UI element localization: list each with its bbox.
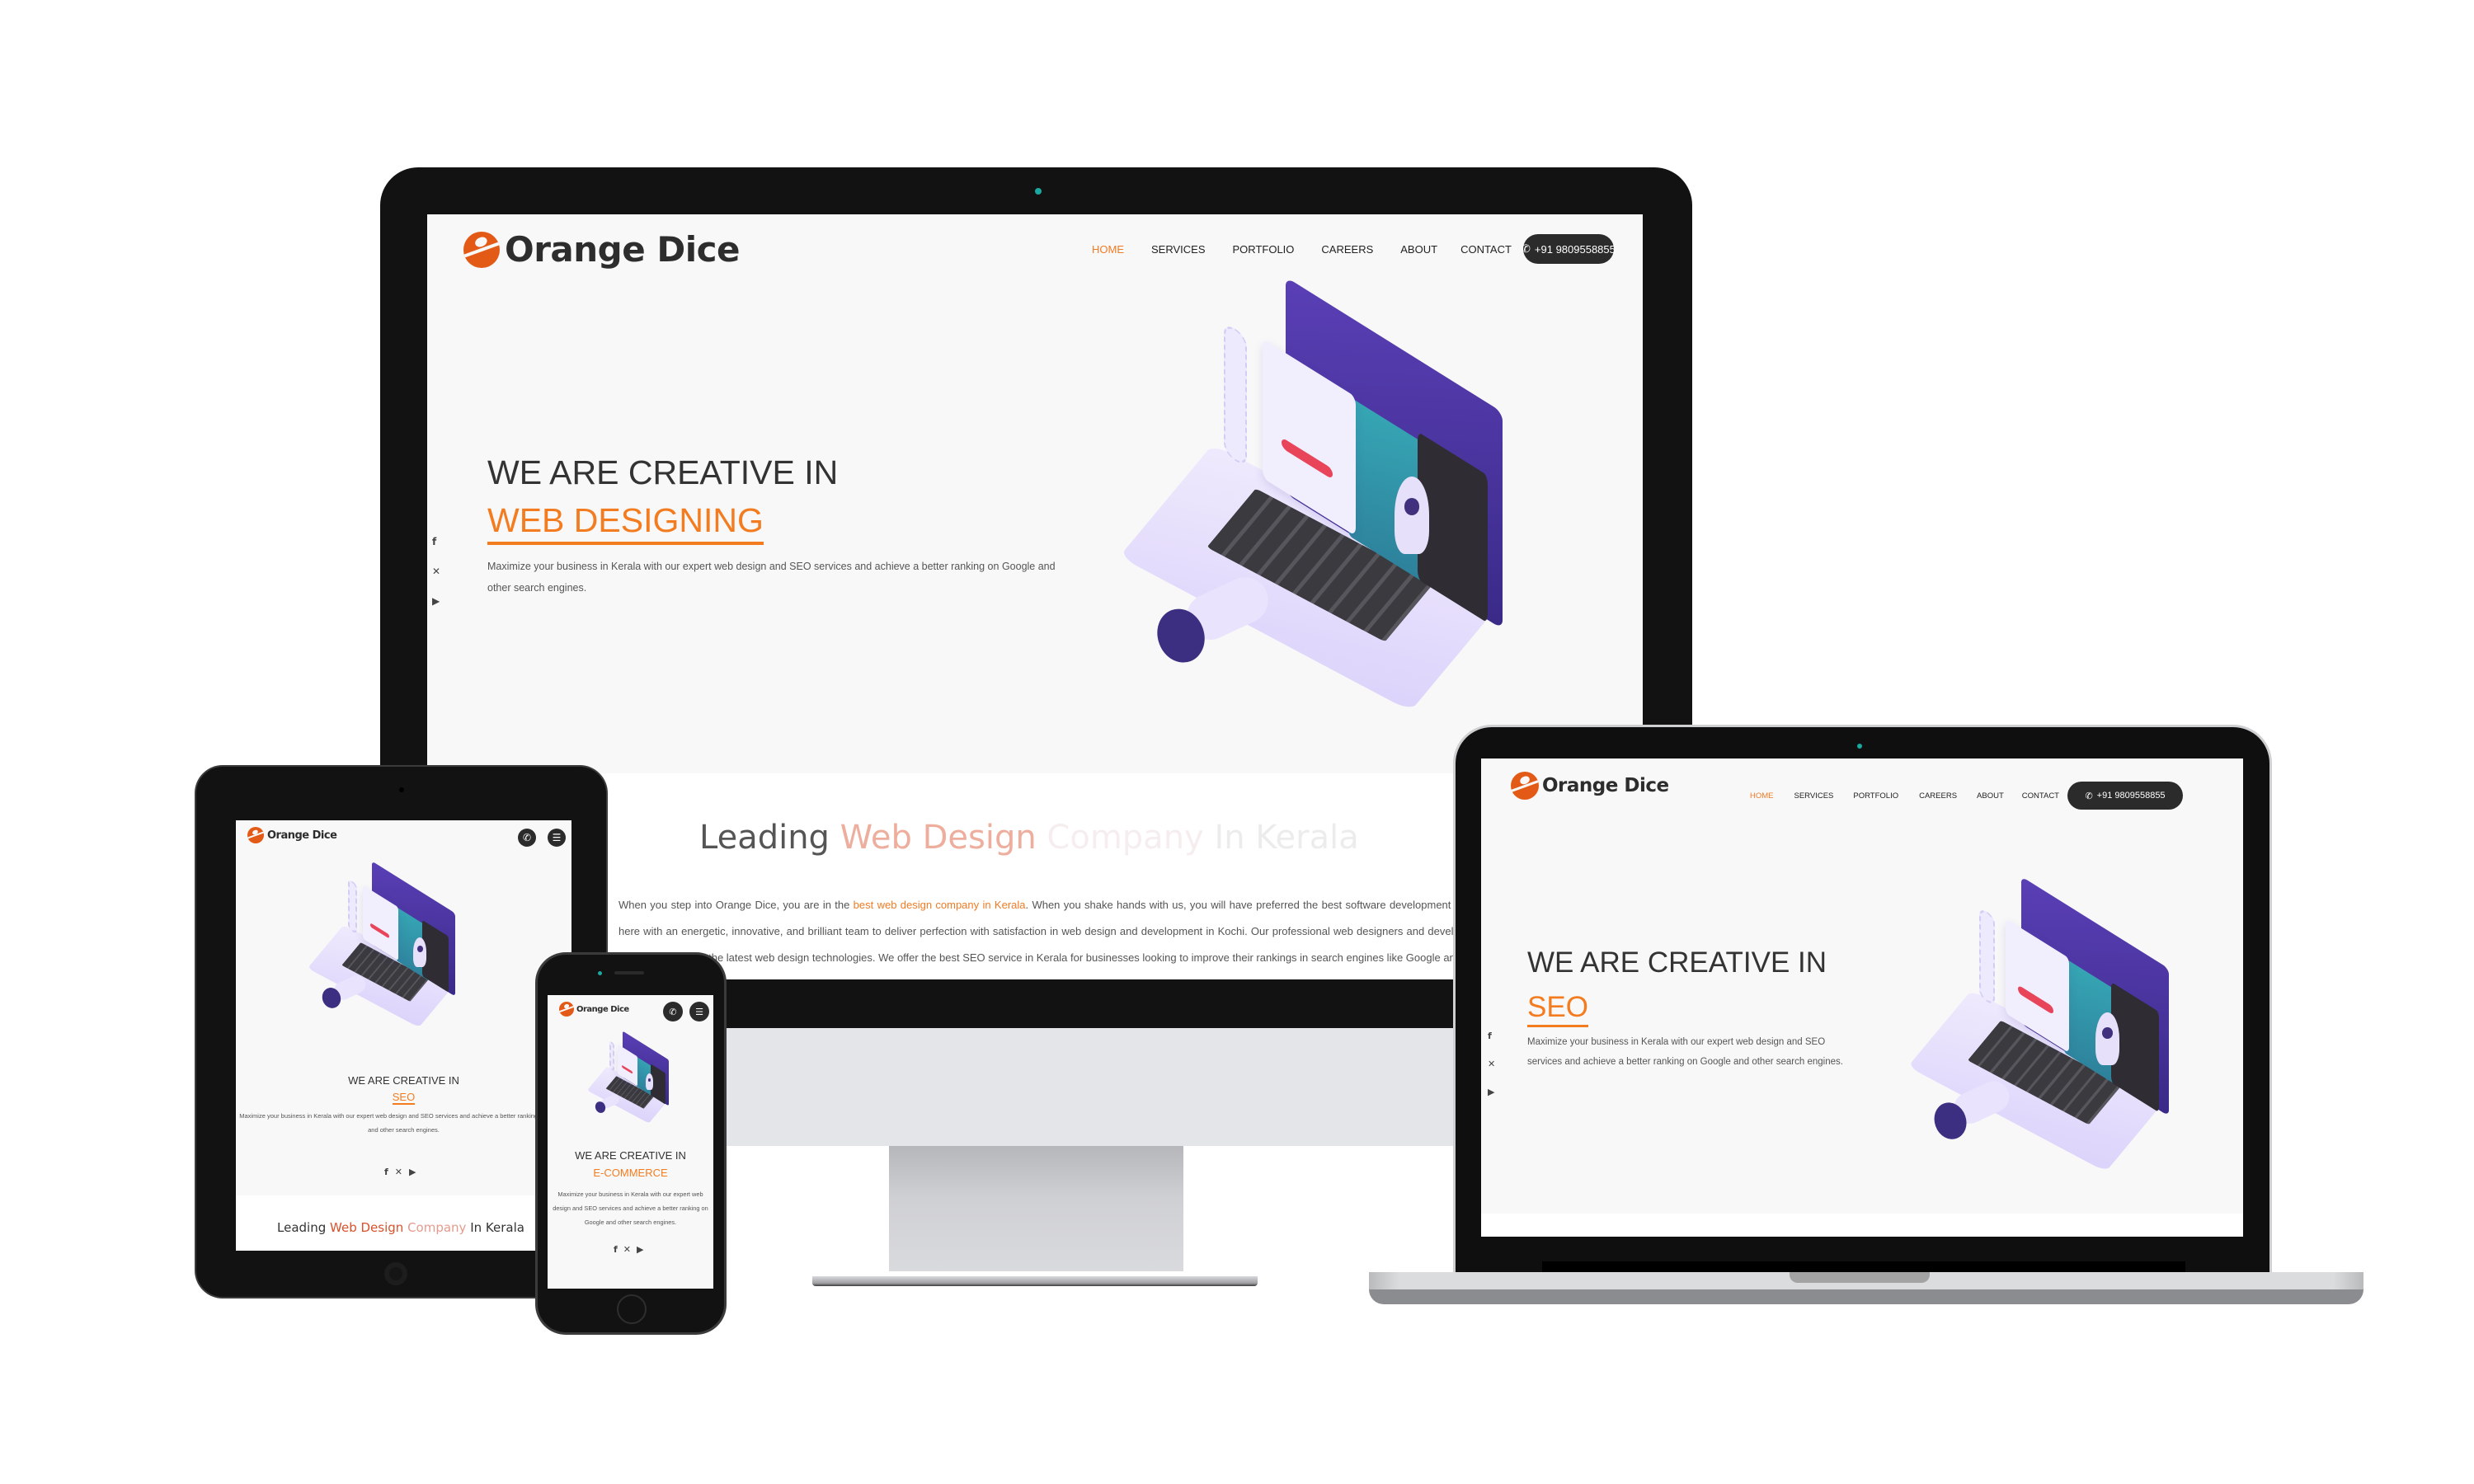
social-links: f ✕ ▶ xyxy=(432,536,440,607)
tablet-screen: Orange Dice ✆ ☰ WE ARE CREATIVE IN SEO M… xyxy=(236,820,571,1251)
nav-about[interactable]: ABOUT xyxy=(1400,243,1437,256)
laptop-camera xyxy=(1857,744,1862,749)
hero-accent-text: SEO xyxy=(1527,991,1588,1027)
facebook-icon[interactable]: f xyxy=(614,1244,618,1255)
laptop-base-bottom xyxy=(1369,1289,2363,1304)
social-links: f ✕ ▶ xyxy=(384,1167,416,1177)
leading-heading: Leading Web Design Company In Kerala xyxy=(277,1220,524,1235)
laptop-hinge xyxy=(1542,1261,2185,1273)
twitter-icon[interactable]: ✕ xyxy=(395,1167,402,1177)
youtube-icon[interactable]: ▶ xyxy=(637,1244,643,1255)
youtube-icon[interactable]: ▶ xyxy=(432,595,440,607)
main-nav: HOME SERVICES PORTFOLIO CAREERS ABOUT CO… xyxy=(1092,234,1616,264)
phone-button[interactable]: ✆ +91 9809558855 xyxy=(1522,234,1616,264)
site-logo[interactable]: Orange Dice xyxy=(1511,772,1669,800)
hero-title: WE ARE CREATIVE IN xyxy=(487,453,839,491)
phone-button[interactable]: ✆ xyxy=(518,829,536,847)
hamburger-menu-icon: ☰ xyxy=(695,1006,703,1017)
laptop-notch xyxy=(1790,1272,1930,1283)
hero-illustration xyxy=(1907,876,2190,1172)
menu-button[interactable]: ☰ xyxy=(548,829,566,847)
phone-number: +91 9809558855 xyxy=(1534,242,1616,256)
phone-button[interactable]: ✆ +91 9809558855 xyxy=(2067,782,2183,810)
nav-portfolio[interactable]: PORTFOLIO xyxy=(1853,791,1898,801)
hero-title: WE ARE CREATIVE IN xyxy=(575,1149,686,1162)
site-logo[interactable]: Orange Dice xyxy=(247,827,337,843)
hero-description: Maximize your business in Kerala with ou… xyxy=(239,1112,568,1134)
nav-home[interactable]: HOME xyxy=(1092,243,1124,256)
site-logo[interactable]: Orange Dice xyxy=(559,1002,629,1017)
hero-title: WE ARE CREATIVE IN xyxy=(348,1074,459,1087)
orange-dice-logo-icon xyxy=(1511,772,1539,800)
facebook-icon[interactable]: f xyxy=(1488,1031,1495,1059)
phone-home-button xyxy=(617,1294,647,1324)
hero-description: Maximize your business in Kerala with ou… xyxy=(487,561,1056,594)
twitter-icon[interactable]: ✕ xyxy=(623,1244,631,1255)
facebook-icon[interactable]: f xyxy=(432,536,440,566)
main-nav: HOME SERVICES PORTFOLIO CAREERS ABOUT CO… xyxy=(1750,782,2183,810)
phone-icon: ✆ xyxy=(669,1006,677,1017)
tablet-camera xyxy=(399,787,404,792)
hero-illustration xyxy=(308,861,467,1027)
monitor-stand xyxy=(889,1146,1183,1271)
phone-icon: ✆ xyxy=(522,832,532,843)
phone-button[interactable]: ✆ xyxy=(663,1002,683,1021)
facebook-icon[interactable]: f xyxy=(384,1167,388,1177)
twitter-icon[interactable]: ✕ xyxy=(1488,1059,1495,1087)
nav-services[interactable]: SERVICES xyxy=(1151,243,1206,256)
youtube-icon[interactable]: ▶ xyxy=(1488,1087,1495,1097)
phone-icon: ✆ xyxy=(2085,791,2093,801)
about-section xyxy=(1481,1214,2243,1237)
hero-illustration xyxy=(1118,276,1534,711)
tablet-home-button xyxy=(384,1262,407,1285)
hero-accent-text: E-COMMERCE xyxy=(593,1167,668,1179)
orange-dice-logo-icon xyxy=(463,231,500,268)
nav-careers[interactable]: CAREERS xyxy=(1321,243,1373,256)
phone-icon: ✆ xyxy=(1522,242,1531,255)
social-links: f ✕ ▶ xyxy=(1488,1031,1495,1097)
nav-contact[interactable]: CONTACT xyxy=(1460,243,1512,256)
menu-button[interactable]: ☰ xyxy=(689,1002,709,1021)
hero-accent-text: SEO xyxy=(392,1091,416,1105)
hero-accent-text: WEB DESIGNING xyxy=(487,501,764,545)
best-web-design-link[interactable]: best web design company in Kerala xyxy=(854,899,1026,911)
nav-services[interactable]: SERVICES xyxy=(1794,791,1834,801)
hamburger-menu-icon: ☰ xyxy=(552,832,562,843)
nav-home[interactable]: HOME xyxy=(1750,791,1774,801)
logo-text: Orange Dice xyxy=(505,229,740,270)
phone-camera xyxy=(598,971,602,975)
leading-heading: Leading Web Design Company In Kerala xyxy=(699,819,1359,857)
orange-dice-logo-icon xyxy=(247,827,264,843)
hero-title: WE ARE CREATIVE IN xyxy=(1527,946,1827,979)
site-logo[interactable]: Orange Dice xyxy=(463,229,740,270)
monitor-stand-base xyxy=(812,1276,1258,1286)
phone-speaker xyxy=(614,971,644,974)
nav-portfolio[interactable]: PORTFOLIO xyxy=(1233,243,1295,256)
nav-about[interactable]: ABOUT xyxy=(1977,791,2004,801)
social-links: f ✕ ▶ xyxy=(614,1244,643,1255)
hero-description: Maximize your business in Kerala with ou… xyxy=(553,1190,708,1226)
hero-description: Maximize your business in Kerala with ou… xyxy=(1527,1037,1843,1067)
orange-dice-logo-icon xyxy=(559,1002,574,1017)
phone-screen: Orange Dice ✆ ☰ WE ARE CREATIVE IN E-COM… xyxy=(548,995,713,1289)
nav-contact[interactable]: CONTACT xyxy=(2022,791,2059,801)
youtube-icon[interactable]: ▶ xyxy=(409,1167,416,1177)
monitor-camera xyxy=(1035,188,1042,195)
laptop-screen: Orange Dice HOME SERVICES PORTFOLIO CARE… xyxy=(1481,758,2243,1237)
twitter-icon[interactable]: ✕ xyxy=(432,566,440,595)
nav-careers[interactable]: CAREERS xyxy=(1919,791,1957,801)
hero-illustration xyxy=(586,1031,675,1124)
